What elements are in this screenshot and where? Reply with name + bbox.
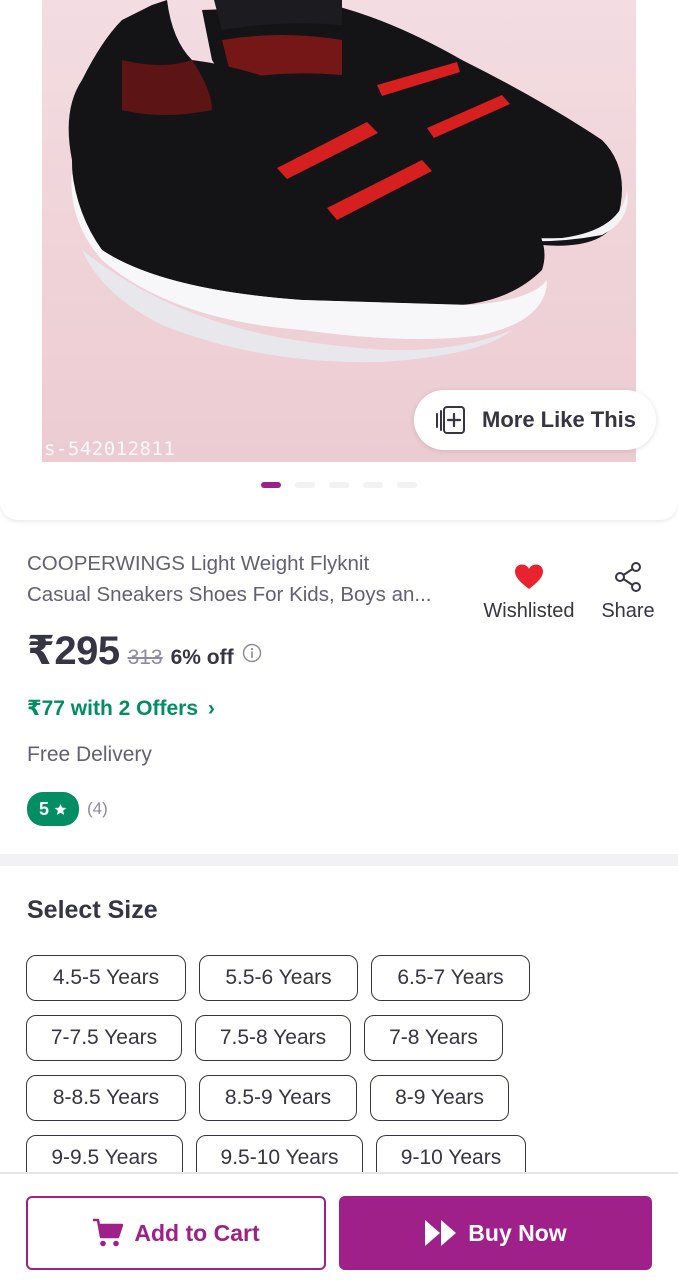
wishlist-button[interactable]: Wishlisted [480,562,578,623]
fast-forward-icon [425,1220,457,1246]
select-size-heading: Select Size [27,896,158,924]
size-option[interactable]: 5.5-6 Years [199,955,358,1001]
carousel-dot-active[interactable] [261,482,281,488]
offers-text: ₹77 with 2 Offers [27,697,198,720]
more-like-this-button[interactable]: More Like This [414,390,656,450]
product-title: COOPERWINGS Light Weight Flyknit Casual … [27,548,467,610]
share-label: Share [601,600,655,622]
section-divider [0,854,678,866]
price-row: ₹295 313 6% off [27,628,262,674]
carousel-dot[interactable] [329,482,349,488]
size-option[interactable]: 8.5-9 Years [199,1075,357,1121]
size-option[interactable]: 7-7.5 Years [26,1015,182,1061]
share-icon [615,562,641,592]
carousel-dot[interactable] [363,482,383,488]
info-icon[interactable] [242,643,262,663]
delivery-info: Free Delivery [27,743,152,766]
rating-count: (4) [87,799,108,818]
rating-value: 5 [38,798,49,819]
buy-now-button[interactable]: Buy Now [339,1196,652,1270]
bottom-action-bar: Add to Cart Buy Now [0,1172,678,1280]
size-option[interactable]: 6.5-7 Years [371,955,530,1001]
wishlist-label: Wishlisted [483,600,575,622]
carousel-dot[interactable] [397,482,417,488]
more-like-this-label: More Like This [482,407,637,432]
size-option[interactable]: 7-8 Years [364,1015,503,1061]
sku-watermark: s-542012811 [44,438,176,460]
product-title-line-2: Casual Sneakers Shoes For Kids, Boys an.… [27,583,432,606]
size-option[interactable]: 7.5-8 Years [195,1015,351,1061]
product-image-card: s-542012811 More Like This [0,0,678,520]
size-option[interactable]: 4.5-5 Years [26,955,186,1001]
discount-label: 6% off [170,646,234,669]
product-title-line-1: COOPERWINGS Light Weight Flyknit [27,552,370,575]
star-icon [54,803,67,815]
heart-filled-icon [515,564,543,589]
current-price: ₹295 [27,629,120,673]
similar-items-icon [436,406,465,434]
buy-now-label: Buy Now [468,1219,567,1246]
size-option[interactable]: 8-8.5 Years [26,1075,186,1121]
share-button[interactable]: Share [598,562,658,623]
rating-badge[interactable]: 5 [27,792,79,826]
rating-row: 5 (4) [27,792,108,826]
carousel-dot[interactable] [295,482,315,488]
offers-link[interactable]: ₹77 with 2 Offers › [27,696,215,721]
add-to-cart-button[interactable]: Add to Cart [26,1196,326,1270]
chevron-right-icon: › [207,697,215,720]
carousel-dots [0,482,678,488]
original-price: 313 [127,646,163,669]
add-to-cart-label: Add to Cart [134,1219,260,1246]
size-option[interactable]: 8-9 Years [370,1075,509,1121]
cart-icon [93,1218,124,1247]
